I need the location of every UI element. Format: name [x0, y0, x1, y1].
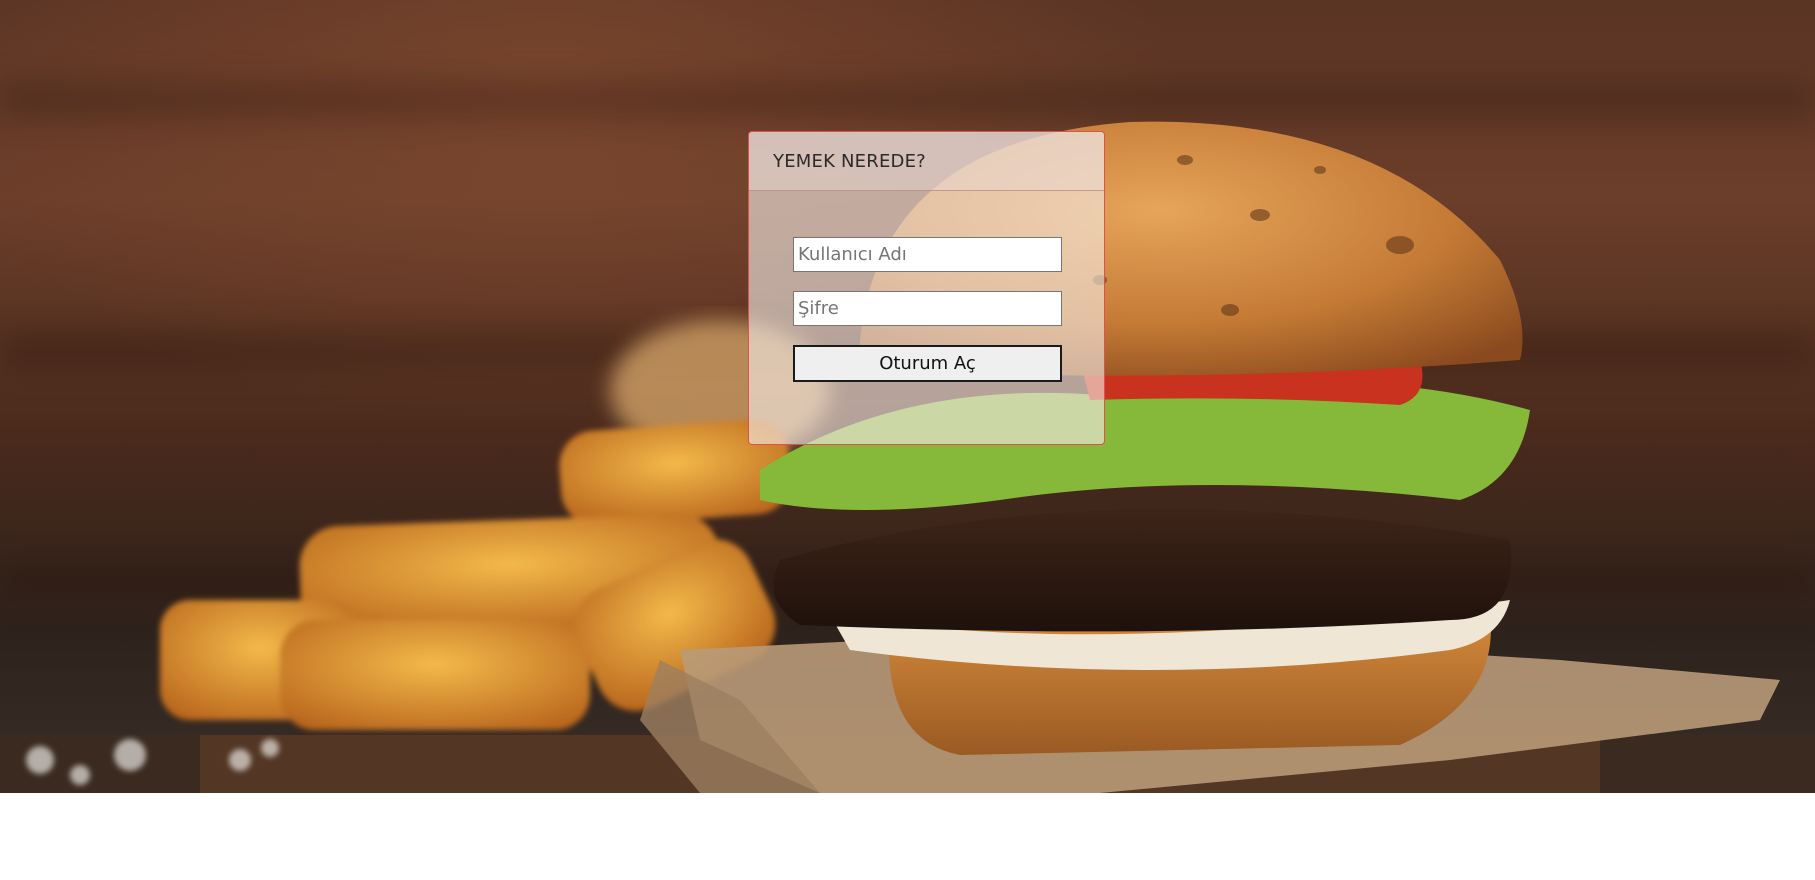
login-button[interactable]: Oturum Aç [793, 345, 1062, 382]
login-panel-header: YEMEK NEREDE? [749, 132, 1104, 191]
username-input[interactable] [793, 237, 1062, 272]
password-input[interactable] [793, 291, 1062, 326]
page-footer [0, 793, 1815, 880]
login-panel: YEMEK NEREDE? [748, 131, 1105, 445]
login-title: YEMEK NEREDE? [773, 150, 926, 172]
